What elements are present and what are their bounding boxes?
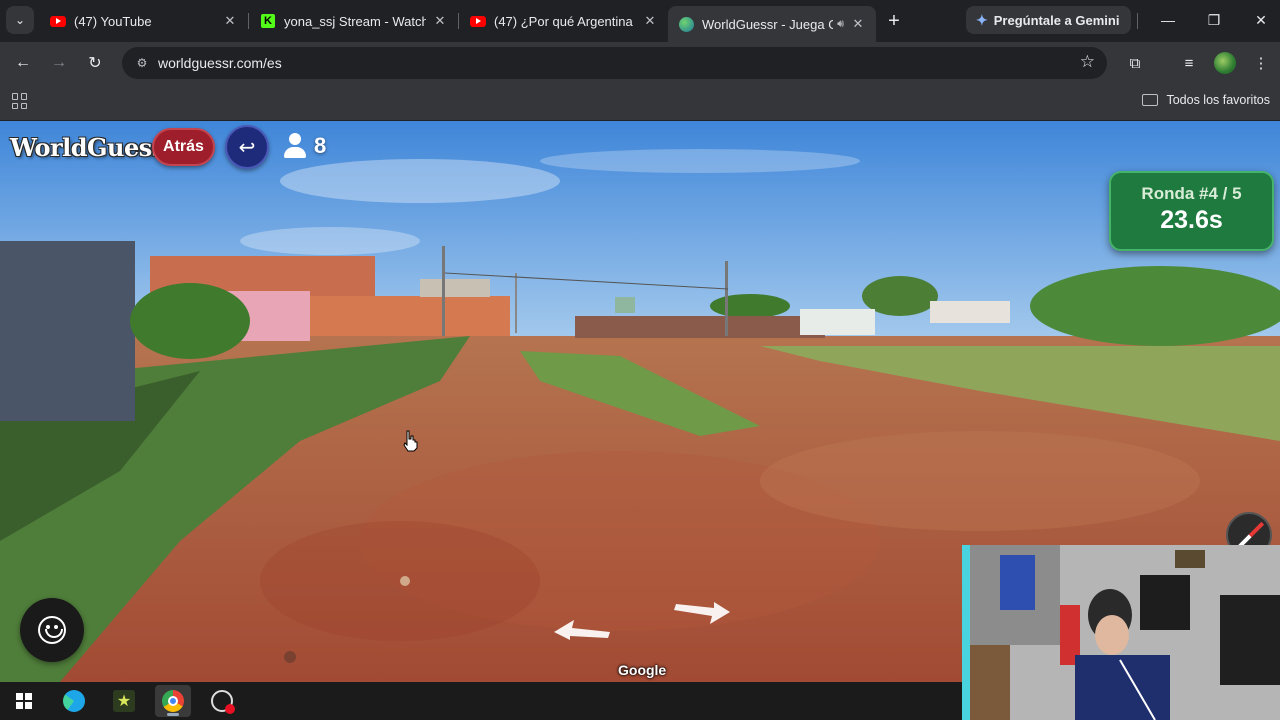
move-right-arrow[interactable] [672,602,732,626]
minimize-button[interactable]: — [1153,8,1183,32]
player-count-value: 8 [314,133,327,158]
all-bookmarks-button[interactable]: Todos los favoritos [1142,93,1270,107]
person-icon [284,133,306,159]
url-text[interactable]: worldguessr.com/es [158,55,282,71]
worldguessr-icon [678,16,694,32]
active-app-indicator [167,713,179,716]
taskbar-game-app[interactable]: ★ [106,685,142,717]
hand-cursor-icon [403,430,418,452]
close-icon[interactable]: ✕ [432,13,448,29]
close-window-button[interactable]: ✕ [1246,8,1276,32]
windows-taskbar: ★ [0,682,962,720]
gemini-button[interactable]: ✦ Pregúntale a Gemini [966,6,1132,34]
player-count: 8 [284,133,326,159]
round-label: Ronda #4 / 5 [1141,184,1242,203]
tab-title: (47) YouTube [74,13,152,29]
taskbar-chrome[interactable] [155,685,191,717]
browser-toolbar: ← → ↻ ⚙︎ worldguessr.com/es ☆ ⧉ ≡ ⋮ [0,42,1280,84]
move-left-arrow[interactable] [552,618,612,640]
return-arrow-icon: ↩ [238,136,256,159]
bookmark-star-icon[interactable]: ☆ [1080,52,1095,72]
arrow-left-icon: ← [15,54,31,71]
star-app-icon: ★ [113,690,135,712]
back-button[interactable]: Atrás [152,128,215,166]
address-bar[interactable]: ⚙︎ worldguessr.com/es ☆ [122,47,1107,79]
chevron-down-icon: ⌄ [14,13,26,27]
return-to-start-button[interactable]: ↩ [225,125,269,169]
webcam-overlay [962,545,1280,720]
taskbar-edge[interactable] [56,685,92,717]
taskbar-obs[interactable] [204,685,240,717]
media-queue-icon: ≡ [1184,54,1194,72]
folder-icon [1142,94,1159,106]
tab-youtube-1[interactable]: (47) YouTube ✕ [40,6,248,36]
arrow-right-icon: → [51,54,67,71]
smiley-icon [38,616,66,644]
restore-button[interactable]: ❐ [1199,8,1229,32]
round-timer: 23.6s [1160,206,1223,234]
tab-separator [458,13,459,29]
reload-button[interactable]: ↻ [82,50,108,76]
window-controls-separator [1137,13,1138,29]
close-icon[interactable]: ✕ [222,13,238,29]
minimize-icon: — [1161,12,1175,28]
kick-icon: K [260,13,276,29]
gemini-sparkle-icon: ✦ [976,11,988,28]
tab-kick-stream[interactable]: K yona_ssj Stream - Watch Live ✕ [250,6,458,36]
chrome-menu-button[interactable]: ⋮ [1248,50,1274,76]
site-settings-icon[interactable]: ⚙︎ [134,55,150,71]
chrome-icon [162,690,184,712]
forward-nav-button[interactable]: → [46,50,72,76]
youtube-icon [470,13,486,29]
profile-avatar[interactable] [1214,52,1236,74]
tab-title: (47) ¿Por qué Argentina es [494,13,636,29]
restore-icon: ❐ [1207,11,1221,28]
reload-icon: ↻ [88,55,102,72]
round-timer-panel: Ronda #4 / 5 23.6s [1109,171,1274,251]
plus-icon: + [888,9,900,32]
media-control-button[interactable]: ≡ [1176,50,1202,76]
close-icon[interactable]: ✕ [642,13,658,29]
close-icon: ✕ [1255,11,1267,28]
tab-worldguessr[interactable]: WorldGuessr - Juega G 🔊︎ ✕ [668,6,876,42]
obs-recording-icon [211,690,235,714]
close-icon[interactable]: ✕ [850,16,866,32]
bookmarks-bar: Todos los favoritos [0,84,1280,121]
edge-icon [63,690,85,712]
google-attribution: Google [618,662,667,678]
tab-title: WorldGuessr - Juega G [702,16,834,32]
all-bookmarks-label: Todos los favoritos [1166,93,1270,107]
windows-logo-icon [16,693,32,709]
kebab-menu-icon: ⋮ [1253,55,1269,72]
tab-strip: ⌄ (47) YouTube ✕ K yona_ssj Stream - Wat… [0,0,1280,42]
puzzle-icon: ⧉ [1129,54,1141,72]
back-nav-button[interactable]: ← [10,50,36,76]
youtube-icon [50,13,66,29]
start-button[interactable] [6,685,42,717]
tab-search-button[interactable]: ⌄ [6,6,34,34]
emoji-reaction-button[interactable] [20,598,84,662]
tab-separator [248,13,249,29]
new-tab-button[interactable]: + [882,9,906,33]
tab-youtube-2[interactable]: (47) ¿Por qué Argentina es ✕ [460,6,668,36]
apps-grid-icon[interactable] [12,93,28,109]
webcam-feed-image [970,545,1280,720]
gemini-label: Pregúntale a Gemini [993,12,1120,28]
extensions-button[interactable]: ⧉ [1122,50,1148,76]
speaker-icon[interactable]: 🔊︎ [837,18,844,31]
tab-title: yona_ssj Stream - Watch Live [284,13,426,29]
